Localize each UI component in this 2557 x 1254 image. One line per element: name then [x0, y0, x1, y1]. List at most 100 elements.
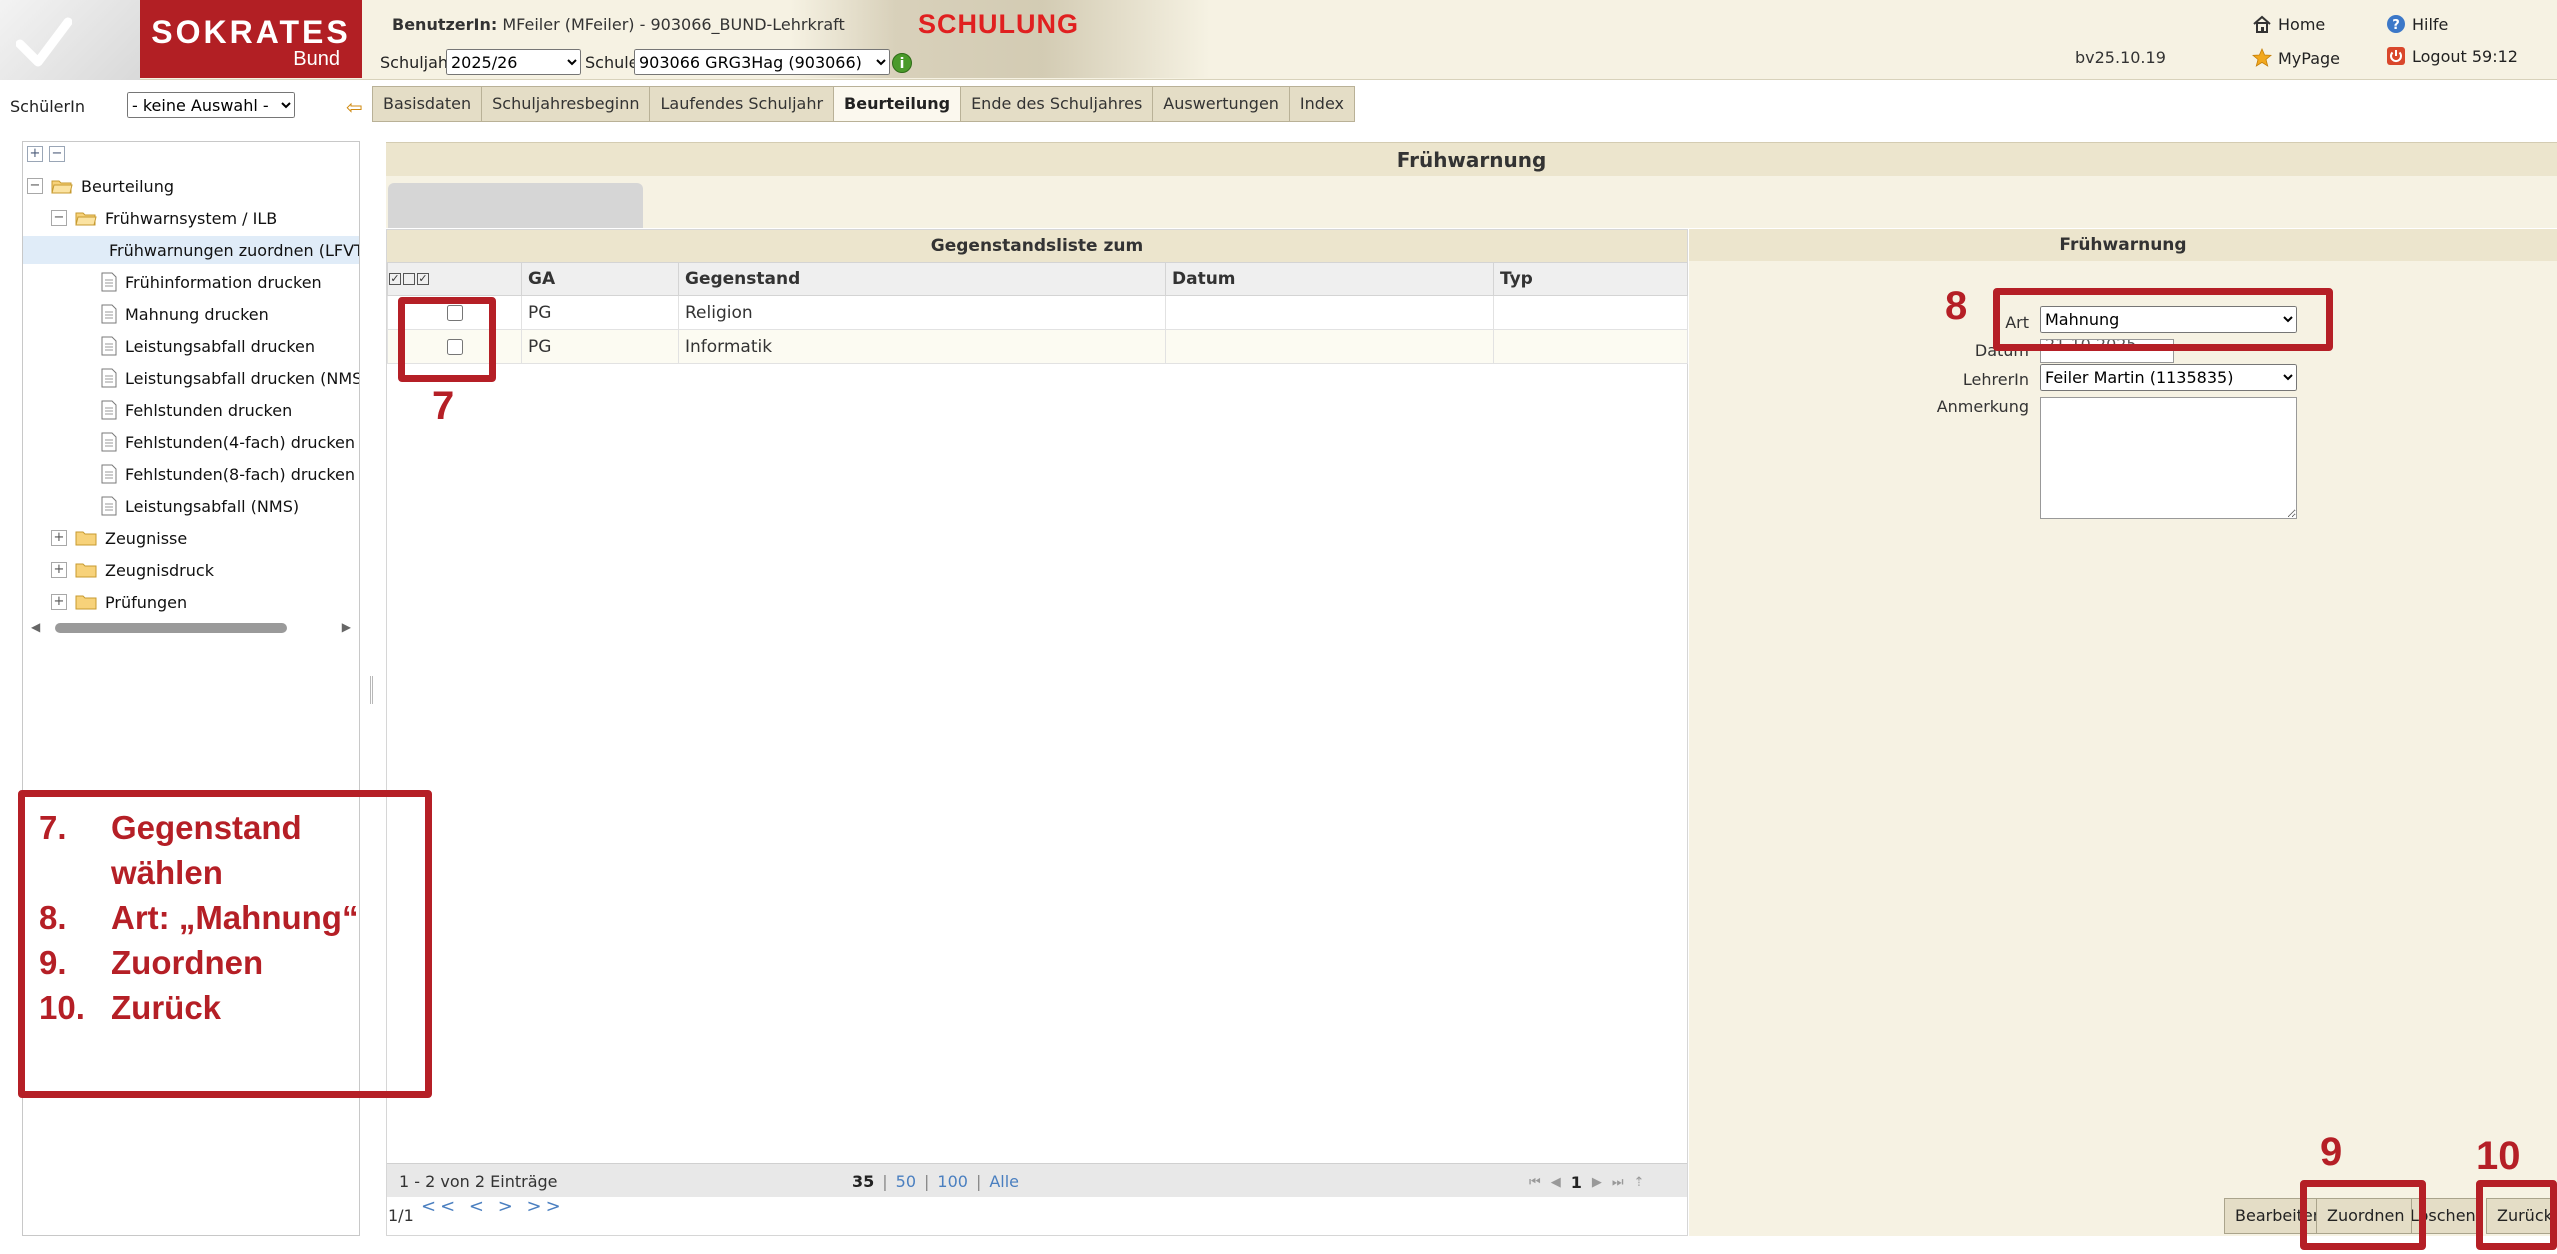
document-icon [101, 304, 117, 324]
folder-icon [75, 563, 97, 578]
tree-item-fruehwarnsystem[interactable]: − Frühwarnsystem / ILB [51, 204, 277, 232]
cell-ga: PG [521, 329, 679, 364]
current-page[interactable]: 1 [1571, 1173, 1582, 1192]
instruction-text: wählen [111, 854, 223, 891]
tree-item-label: Prüfungen [105, 592, 188, 612]
annotation-marker-10: 10 [2476, 1134, 2521, 1178]
annotation-box-zuordnen [2300, 1180, 2426, 1250]
collapse-icon[interactable]: − [51, 210, 67, 226]
prev-page-icon[interactable]: ◀ [1551, 1175, 1561, 1190]
page-size-selector: 35 | 50 | 100 | Alle [852, 1172, 1020, 1191]
table-row[interactable]: PG Religion [387, 295, 1688, 330]
invert-selection-icon[interactable]: ✓ [417, 273, 429, 285]
tree-item-label: Frühwarnsystem / ILB [105, 208, 278, 228]
tree-item-leistungsabfall-nms[interactable]: Leistungsabfall drucken (NMS 7./8.) [101, 364, 360, 392]
scroll-left-icon[interactable]: ◀ [31, 620, 40, 634]
tab-beurteilung[interactable]: Beurteilung [833, 86, 961, 122]
tab-laufendes-schuljahr[interactable]: Laufendes Schuljahr [649, 86, 834, 122]
sokrates-logo[interactable]: SOKRATES Bund [140, 0, 362, 78]
tree-item-label: Zeugnisse [105, 528, 188, 548]
instruction-number: 8. [39, 899, 67, 936]
tree-item-beurteilung[interactable]: − Beurteilung [27, 172, 174, 200]
instruction-text: Zuordnen [111, 944, 264, 981]
tree-item-label: Frühwarnungen zuordnen (LFVT) [109, 240, 360, 260]
select-all-header[interactable]: ✓ ✓ [387, 262, 522, 296]
entries-info: 1 - 2 von 2 Einträge [399, 1172, 558, 1191]
cell-typ [1493, 295, 1688, 330]
tab-auswertungen[interactable]: Auswertungen [1152, 86, 1289, 122]
page-size-50[interactable]: 50 [896, 1172, 916, 1191]
next-page-icon[interactable]: ▶ [1592, 1175, 1602, 1190]
lehrer-select[interactable]: Feiler Martin (1135835) [2040, 364, 2297, 391]
user-label: BenutzerIn: [392, 15, 498, 34]
last-page-icon[interactable]: ⏭ [1612, 1175, 1624, 1190]
select-none-icon[interactable] [403, 273, 415, 285]
tree-item-fruehinformation-drucken[interactable]: Frühinformation drucken [101, 268, 322, 296]
expand-icon[interactable]: + [51, 562, 67, 578]
tree-item-mahnung-drucken[interactable]: Mahnung drucken [101, 300, 269, 328]
first-page-icon[interactable]: ⏮ [1529, 1175, 1541, 1190]
tree-item-fehlstunden-8fach[interactable]: Fehlstunden(8-fach) drucken [101, 460, 355, 488]
page-nav-links[interactable]: << < > >> [421, 1196, 565, 1217]
tree-item-label: Leistungsabfall drucken (NMS 7./8.) [125, 368, 360, 388]
tree-item-zeugnisse[interactable]: + Zeugnisse [51, 524, 187, 552]
tab-schuljahresbeginn[interactable]: Schuljahresbeginn [481, 86, 650, 122]
tree-item-pruefungen[interactable]: + Prüfungen [51, 588, 187, 616]
column-header-typ[interactable]: Typ [1493, 262, 1688, 296]
tab-ende-des-schuljahres[interactable]: Ende des Schuljahres [960, 86, 1153, 122]
anmerkung-textarea[interactable] [2040, 397, 2297, 519]
schuljahr-select[interactable]: 2025/26 [446, 49, 581, 75]
page-size-35[interactable]: 35 [852, 1172, 874, 1191]
page-size-100[interactable]: 100 [937, 1172, 968, 1191]
expand-icon[interactable]: + [51, 594, 67, 610]
scroll-right-icon[interactable]: ▶ [342, 620, 351, 634]
folder-open-icon [75, 212, 97, 226]
home-link[interactable]: Home [2252, 14, 2325, 34]
column-header-ga[interactable]: GA [521, 262, 679, 296]
tree-item-label: Fehlstunden drucken [125, 400, 293, 420]
info-icon[interactable]: i [892, 53, 912, 73]
help-link[interactable]: ? Hilfe [2386, 14, 2448, 34]
arrow-left-icon[interactable]: ⇦ [346, 97, 363, 117]
fruehwarnung-form-panel: Frühwarnung Art Mahnung Datum 21.10.2025… [1689, 229, 2557, 1236]
tree-item-zeugnisdruck[interactable]: + Zeugnisdruck [51, 556, 214, 584]
schueler-select[interactable]: - keine Auswahl - [127, 92, 295, 118]
jump-page-icon[interactable]: ⇡ [1634, 1175, 1645, 1190]
tree-item-label: Frühinformation drucken [125, 272, 322, 292]
mypage-link[interactable]: MyPage [2252, 48, 2340, 68]
tree-item-label: Leistungsabfall (NMS) [125, 496, 300, 516]
select-all-icon[interactable]: ✓ [389, 273, 401, 285]
column-header-datum[interactable]: Datum [1165, 262, 1494, 296]
tree-item-fruehwarnungen-zuordnen[interactable]: Frühwarnungen zuordnen (LFVT) [23, 236, 359, 264]
tab-basisdaten[interactable]: Basisdaten [372, 86, 482, 122]
page-size-alle[interactable]: Alle [989, 1172, 1019, 1191]
collapse-all-button[interactable]: − [49, 146, 65, 162]
expand-icon[interactable]: + [51, 530, 67, 546]
cell-gegenstand: Informatik [678, 329, 1166, 364]
main-tabbar: Basisdaten Schuljahresbeginn Laufendes S… [372, 86, 1355, 122]
star-icon [2252, 48, 2272, 67]
column-header-gegenstand[interactable]: Gegenstand [678, 262, 1166, 296]
scrollbar-thumb[interactable] [55, 623, 287, 633]
instruction-number: 10. [39, 989, 85, 1026]
annotation-box-checkbox [398, 297, 496, 382]
collapse-icon[interactable]: − [27, 178, 43, 194]
grid-footer: 1 - 2 von 2 Einträge 35 | 50 | 100 | Alle ⏮ ◀ … [387, 1163, 1687, 1197]
tree-item-leistungsabfall-drucken[interactable]: Leistungsabfall drucken [101, 332, 315, 360]
annotation-marker-9: 9 [2320, 1130, 2343, 1174]
table-row[interactable]: PG Informatik [387, 329, 1688, 364]
tree-item-fehlstunden-4fach[interactable]: Fehlstunden(4-fach) drucken [101, 428, 355, 456]
cell-ga: PG [521, 295, 679, 330]
panel-splitter-handle[interactable] [370, 676, 373, 704]
cell-datum [1165, 295, 1494, 330]
content-tab[interactable] [388, 183, 643, 228]
schule-select[interactable]: 903066 GRG3Hag (903066) [634, 49, 890, 75]
tree-horizontal-scrollbar[interactable]: ◀ ▶ [31, 620, 351, 636]
tab-index[interactable]: Index [1288, 86, 1355, 122]
user-info: BenutzerIn: MFeiler (MFeiler) - 903066_B… [392, 15, 845, 34]
tree-item-leistungsabfall-nms-2[interactable]: Leistungsabfall (NMS) [101, 492, 299, 520]
logout-link[interactable]: Logout 59:12 [2386, 46, 2518, 66]
expand-all-button[interactable]: + [27, 146, 43, 162]
tree-item-fehlstunden-drucken[interactable]: Fehlstunden drucken [101, 396, 292, 424]
power-icon [2387, 47, 2405, 65]
